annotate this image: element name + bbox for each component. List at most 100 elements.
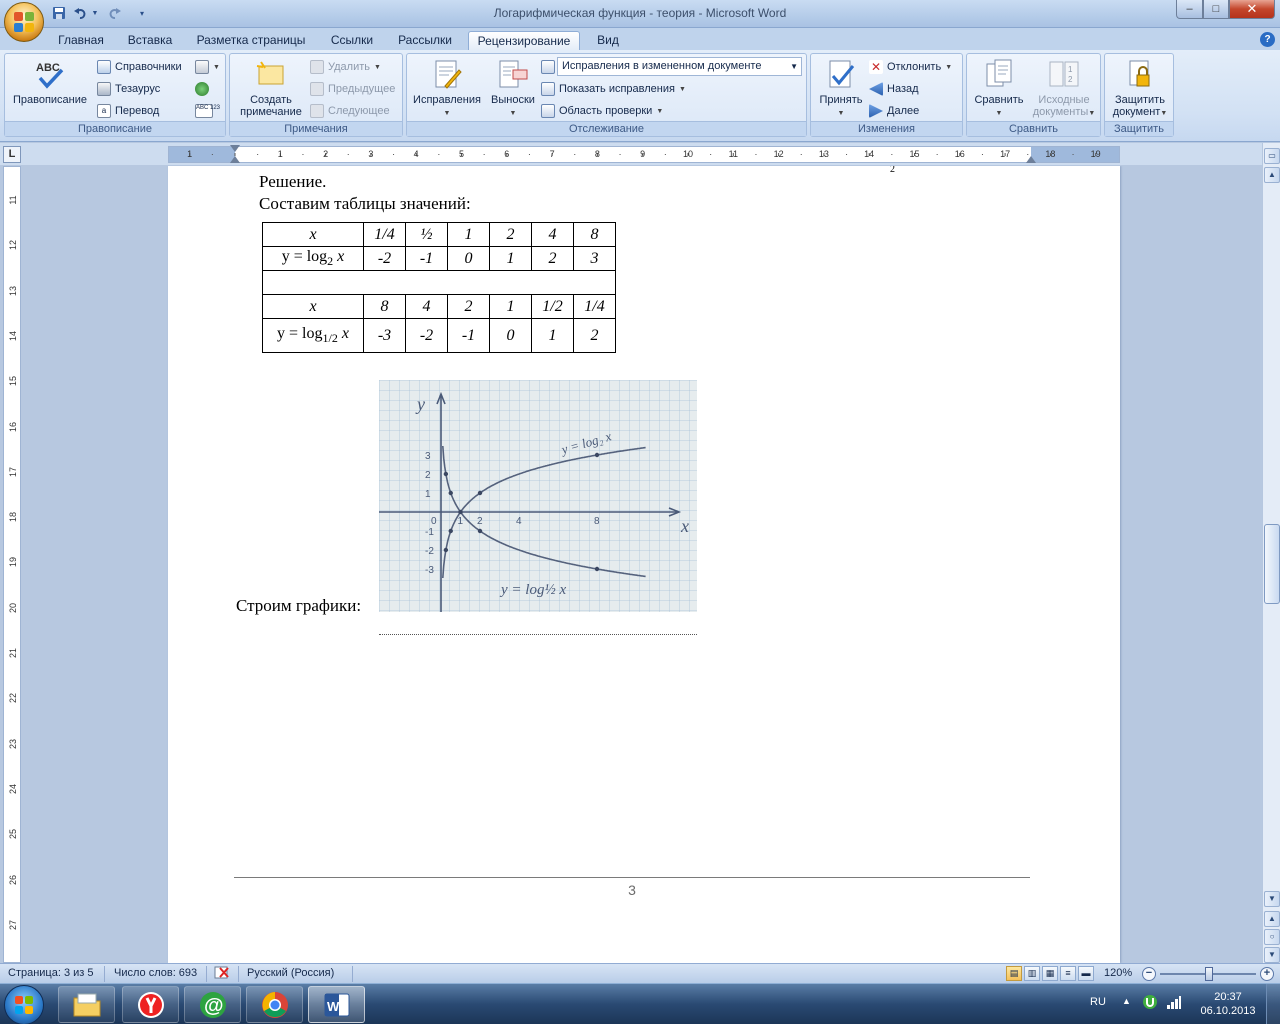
accept-button[interactable]: Принять ▼ — [815, 58, 867, 120]
delete-comment-button[interactable]: Удалить ▼ — [310, 58, 381, 76]
page-count-status[interactable]: Страница: 3 из 5 — [8, 967, 94, 979]
full-screen-reading-button[interactable]: ▥ — [1024, 966, 1040, 981]
previous-comment-button[interactable]: Предыдущее — [310, 80, 395, 98]
web-layout-button[interactable]: ▦ — [1042, 966, 1058, 981]
vertical-ruler[interactable]: 11 12 13 14 15 16 17 18 19 20 21 22 23 24 25 26 27 — [3, 166, 21, 963]
table-cell[interactable]: 4 — [405, 294, 448, 319]
tab-mailings[interactable]: Рассылки — [390, 31, 460, 50]
track-changes-button[interactable]: Исправления ▼ — [411, 58, 483, 120]
vertical-scrollbar[interactable]: ▭ ▲ ▼ ▲ ○ ▼ — [1262, 143, 1280, 963]
table-cell[interactable]: y = log2 x — [262, 246, 364, 271]
tray-expand-icon[interactable]: ▲ — [1122, 996, 1131, 1006]
paragraph-tables-intro[interactable]: Составим таблицы значений: — [259, 194, 471, 214]
reject-button[interactable]: ✕ Отклонить ▼ — [869, 58, 952, 76]
table-cell[interactable]: 1/2 — [531, 294, 574, 319]
taskbar-yandex[interactable] — [122, 986, 179, 1023]
table-cell[interactable]: 2 — [573, 318, 616, 353]
research-button[interactable]: Справочники — [97, 58, 182, 76]
thesaurus-button[interactable]: Тезаурус — [97, 80, 160, 98]
show-desktop-button[interactable] — [1266, 984, 1280, 1024]
tab-review[interactable]: Рецензирование — [468, 31, 580, 50]
table-cell[interactable]: -2 — [405, 318, 448, 353]
document-page[interactable]: 2 Решение. Составим таблицы значений: x … — [168, 166, 1120, 963]
start-button[interactable] — [4, 985, 44, 1024]
source-documents-button[interactable]: 12 Исходные документы▼ — [1029, 58, 1099, 120]
print-layout-view-button[interactable]: ▤ — [1006, 966, 1022, 981]
help-icon[interactable]: ? — [1260, 32, 1275, 47]
system-clock[interactable]: 20:37 06.10.2013 — [1198, 990, 1258, 1018]
spelling-button[interactable]: ABC Правописание — [9, 58, 91, 106]
maximize-button[interactable]: □ — [1203, 0, 1229, 19]
previous-page-button[interactable]: ▲ — [1264, 911, 1280, 927]
taskbar-chrome[interactable] — [246, 986, 303, 1023]
close-button[interactable]: ✕ — [1229, 0, 1275, 19]
table-cell[interactable]: -2 — [363, 246, 406, 271]
outline-view-button[interactable]: ≡ — [1060, 966, 1076, 981]
table-cell[interactable]: 2 — [531, 246, 574, 271]
zoom-slider-thumb[interactable] — [1205, 967, 1213, 981]
table-cell[interactable]: -1 — [447, 318, 490, 353]
table-cell[interactable]: 1/4 — [363, 222, 406, 247]
set-language-button[interactable] — [195, 80, 209, 98]
table-cell[interactable]: 1 — [489, 294, 532, 319]
protect-document-button[interactable]: Защитить документ▼ — [1107, 58, 1173, 120]
office-button[interactable] — [4, 2, 44, 42]
paragraph-solution[interactable]: Решение. — [259, 172, 326, 192]
table-cell[interactable]: 1/4 — [573, 294, 616, 319]
proofing-status-icon[interactable] — [214, 965, 232, 984]
table-cell[interactable]: 1 — [447, 222, 490, 247]
balloons-button[interactable]: Выноски ▼ — [487, 58, 539, 120]
table-cell[interactable]: -3 — [363, 318, 406, 353]
hanging-indent-marker[interactable] — [230, 156, 240, 163]
scroll-thumb[interactable] — [1264, 524, 1280, 604]
tab-view[interactable]: Вид — [588, 31, 628, 50]
zoom-level[interactable]: 120% — [1104, 967, 1132, 979]
scroll-up-button[interactable]: ▲ — [1264, 167, 1280, 183]
word-count-button[interactable]: ABC 123 — [195, 102, 220, 120]
zoom-out-button[interactable]: − — [1142, 967, 1156, 981]
table-cell[interactable]: -1 — [405, 246, 448, 271]
table-cell[interactable] — [262, 270, 616, 295]
select-browse-object-button[interactable]: ○ — [1264, 929, 1280, 945]
table-cell[interactable]: 2 — [447, 294, 490, 319]
reviewing-pane-button[interactable]: Область проверки ▼ — [541, 102, 663, 120]
table-cell[interactable]: 2 — [489, 222, 532, 247]
table-cell[interactable]: x — [262, 222, 364, 247]
table-cell[interactable]: y = log1/2 x — [262, 318, 364, 353]
next-comment-button[interactable]: Следующее — [310, 102, 390, 120]
table-cell[interactable]: 1 — [531, 318, 574, 353]
graph-image[interactable]: x y 0 1 2 4 8321-1-2-3 y = log₂ x y = log½ x — [379, 380, 697, 612]
translation-tip-button[interactable]: ▼ — [195, 58, 220, 76]
table-cell[interactable]: 1 — [489, 246, 532, 271]
torrent-tray-icon[interactable] — [1142, 994, 1158, 1013]
table-cell[interactable]: 0 — [447, 246, 490, 271]
zoom-in-button[interactable]: + — [1260, 967, 1274, 981]
language-status[interactable]: Русский (Россия) — [247, 967, 334, 979]
table-cell[interactable]: 4 — [531, 222, 574, 247]
table-cell[interactable]: 8 — [363, 294, 406, 319]
table-cell[interactable]: ½ — [405, 222, 448, 247]
compare-button[interactable]: Сравнить ▼ — [969, 58, 1029, 120]
translate-button[interactable]: a Перевод — [97, 102, 159, 120]
right-indent-marker[interactable] — [1026, 156, 1036, 163]
input-language-indicator[interactable]: RU — [1090, 996, 1106, 1008]
tab-stop-selector[interactable]: L — [3, 146, 21, 163]
word-count-status[interactable]: Число слов: 693 — [114, 967, 197, 979]
table-cell[interactable]: 0 — [489, 318, 532, 353]
next-page-button[interactable]: ▼ — [1264, 947, 1280, 963]
tab-page-layout[interactable]: Разметка страницы — [190, 31, 312, 50]
taskbar-word[interactable]: W — [308, 986, 365, 1023]
table-cell[interactable]: 3 — [573, 246, 616, 271]
network-tray-icon[interactable] — [1166, 994, 1182, 1013]
values-table[interactable]: x 1/4 ½ 1 2 4 8 y = log2 x -2 -1 0 1 2 3 — [262, 222, 616, 353]
display-for-review-select[interactable]: Исправления в измененном документе ▼ — [557, 57, 802, 76]
tab-references[interactable]: Ссылки — [322, 31, 382, 50]
split-handle-icon[interactable]: ▭ — [1264, 148, 1280, 164]
new-comment-button[interactable]: Создать примечание — [234, 58, 308, 118]
table-cell[interactable]: 8 — [573, 222, 616, 247]
next-change-button[interactable]: Далее — [869, 102, 919, 120]
minimize-button[interactable]: – — [1176, 0, 1203, 19]
previous-change-button[interactable]: Назад — [869, 80, 919, 98]
horizontal-ruler[interactable]: 1 1 2 3 4 5 6 7 8 9 10 11 12 13 14 15 16 17 18 19 — [168, 145, 1120, 163]
table-cell[interactable]: x — [262, 294, 364, 319]
